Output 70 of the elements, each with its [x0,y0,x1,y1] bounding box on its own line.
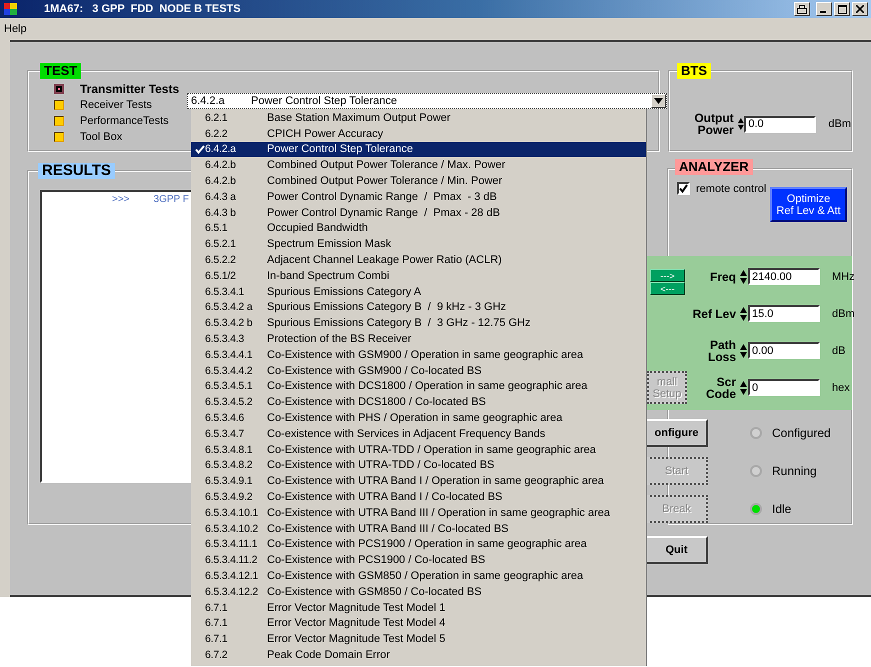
dropdown-option[interactable]: 6.5.1 Occupied Bandwidth [191,220,646,236]
field-label: Scr Code [705,376,736,400]
dropdown-option[interactable]: 6.5.3.4.1 Spurious Emissions Category A [191,284,646,300]
dropdown-option[interactable]: 6.5.3.4.3 Protection of the BS Receiver [191,331,646,347]
dropdown-option[interactable]: 6.5.3.4.9.2 Co-Existence with UTRA Band I / Co-located BS [191,489,646,505]
dropdown-option[interactable]: 6.5.3.4.5.2 Co-Existence with DCS1800 / Co-located BS [191,394,646,410]
value-field[interactable]: 15.0 [748,305,820,322]
dropdown-option[interactable]: 6.5.3.4.10.2 Co-Existence with UTRA Band III / Co-located BS [191,520,646,537]
dropdown-option[interactable]: 6.5.3.4.5.1 Co-Existence with DCS1800 / Operation in same geographic area [191,378,646,394]
dropdown-option[interactable]: 6.5.3.4.9.1 Co-Existence with UTRA Band I / Operation in same geographic area [191,473,646,490]
group-legend: BTS [677,63,711,79]
dropdown-option[interactable]: 6.7.1 Error Vector Magnitude Test Model 4 [191,616,646,632]
menu-item[interactable]: Help [4,23,27,35]
dropdown-option[interactable]: 6.4.3 a Power Control Dynamic Range / Pmax - 3 dB [191,188,646,205]
category-label[interactable]: Tool Box [80,131,122,143]
unit-label: dB [832,344,846,356]
dropdown-option[interactable]: 6.7.1 Error Vector Magnitude Test Model 5 [191,631,646,648]
dropdown-option[interactable]: 6.5.3.4.7 Co-existence with Services in Adjacent Frequency Bands [191,426,646,442]
log-prompt: >>> [112,194,130,207]
unit-label: hex [832,382,850,394]
category-label[interactable]: PerformanceTests [80,115,169,127]
dropdown-option[interactable]: 6.5.3.4.10.1 Co-Existence with UTRA Band III / Operation in same geographic area [191,504,646,521]
field-label: Path Loss [706,338,736,362]
field-label: Ref Lev [692,308,736,320]
dropdown-option[interactable]: 6.5.3.4.12.1 Co-Existence with GSM850 / Operation in same geographic area [191,568,646,584]
dropdown-option[interactable]: 6.5.3.4.11.2 Co-Existence with PCS1900 / Co-located BS [191,552,646,568]
dropdown-option[interactable]: 6.5.1/2 In-band Spectrum Combi [191,268,646,284]
dropdown-option[interactable]: 6.5.3.4.6 Co-Existence with PHS / Operation in same geographic area [191,410,646,426]
log-text: 3GPP F [154,194,189,207]
quit-button[interactable]: Quit [645,536,708,564]
dropdown-option[interactable]: 6.7.1 Error Vector Magnitude Test Model 1 [191,600,646,616]
field-label: Freq [708,270,736,282]
value-field[interactable]: 2140.00 [748,268,820,285]
dropdown-option[interactable]: 6.2.1 Base Station Maximum Output Power [191,110,646,126]
test-select[interactable]: 6.4.2.a Power Control Step Tolerance [187,93,667,109]
group-legend: RESULTS [38,163,115,179]
dropdown-option[interactable]: 6.5.3.4.8.1 Co-Existence with UTRA-TDD / Operation in same geographic area [191,442,646,458]
value-field[interactable]: 0 [748,379,820,396]
unit-label: dBm [828,118,851,130]
dropdown-option[interactable]: 6.5.3.4.4.2 Co-Existence with GSM900 / Co-located BS [191,362,646,379]
control-button[interactable]: onfigure [645,419,708,447]
dropdown-option[interactable]: 6.5.2.1 Spectrum Emission Mask [191,236,646,252]
group-legend: ANALYZER [675,159,753,175]
dropdown-option[interactable]: 6.5.3.4.2 a Spurious Emissions Category B / 9 kHz - 3 GHz [191,300,646,316]
dropdown-option[interactable]: 6.4.2.b Combined Output Power Tolerance / Min. Power [191,173,646,189]
status-label: Configured [772,426,831,440]
window-title: 1MA67: 3 GPP FDD NODE B TESTS [44,3,241,15]
dropdown-option[interactable]: 6.4.2.b Combined Output Power Tolerance / Max. Power [191,157,646,174]
category-label[interactable]: Transmitter Tests [80,82,180,96]
value-field[interactable]: 0.0 [744,116,816,132]
dropdown-option[interactable]: 6.5.3.4.8.2 Co-Existence with UTRA-TDD / Co-located BS [191,458,646,474]
dropdown-option[interactable]: 6.5.3.4.4.1 Co-Existence with GSM900 / Operation in same geographic area [191,346,646,363]
status-label: Running [772,464,817,478]
value-field[interactable]: 0.00 [748,342,820,359]
optimize-button[interactable]: Optimize Ref Lev & Att [770,187,847,222]
checkbox-label: remote control [696,182,766,194]
dropdown-option[interactable]: 6.5.3.4.12.2 Co-Existence with GSM850 / Co-located BS [191,584,646,600]
dropdown-option[interactable]: 6.4.3 b Power Control Dynamic Range / Pmax - 28 dB [191,204,646,221]
dropdown-option[interactable]: 6.7.2 Peak Code Domain Error [191,647,646,663]
dropdown-option[interactable]: 6.5.3.4.2 b Spurious Emissions Category B / 3 GHz - 12.75 GHz [191,315,646,332]
dropdown-option[interactable]: 6.5.2.2 Adjacent Channel Leakage Power Ratio (ACLR) [191,252,646,268]
status-label: Idle [772,502,792,516]
group-legend: TEST [40,63,82,79]
dropdown-option[interactable]: 6.2.2 CPICH Power Accuracy [191,126,646,142]
unit-label: dBm [832,308,855,320]
dropdown-option[interactable]: 6.5.3.4.11.1 Co-Existence with PCS1900 / Operation in same geographic area [191,536,646,552]
dropdown-option[interactable]: 6.4.2.a Power Control Step Tolerance [191,142,646,158]
field-label: Output Power [693,112,734,136]
unit-label: MHz [832,270,855,282]
category-label[interactable]: Receiver Tests [80,99,152,111]
